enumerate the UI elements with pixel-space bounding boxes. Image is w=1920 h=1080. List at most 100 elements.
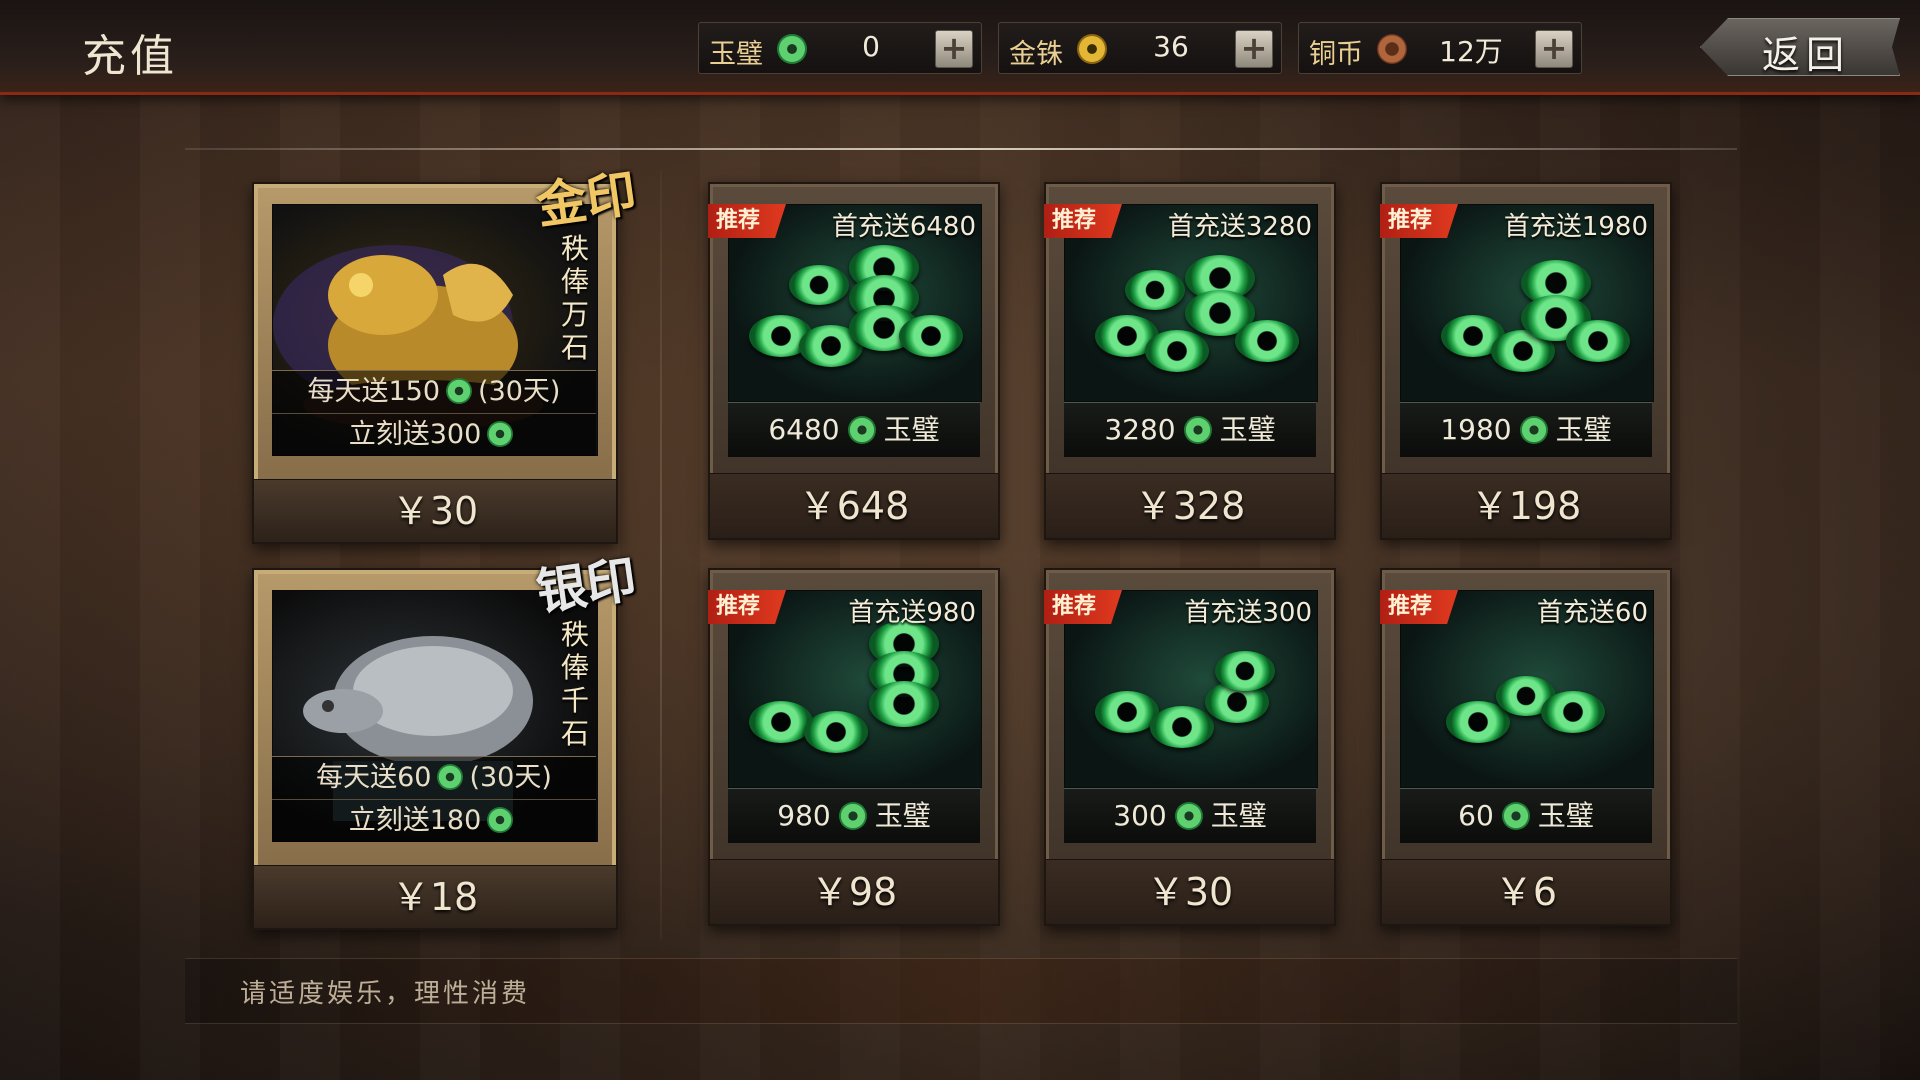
jade-ring-icon bbox=[749, 701, 813, 743]
jade-pack-card[interactable]: 推荐 首充送1980 1980 玉璧 ￥198 bbox=[1380, 182, 1672, 540]
jade-ring-icon bbox=[1145, 330, 1209, 372]
jade-ring-icon bbox=[1125, 270, 1185, 310]
jade-ring-icon bbox=[869, 681, 939, 727]
pack-amount: 300 玉璧 bbox=[1064, 788, 1316, 843]
price-label: ￥98 bbox=[710, 859, 998, 924]
amount-unit: 玉璧 bbox=[1210, 799, 1267, 832]
currency-label: 玉璧 bbox=[709, 39, 763, 70]
instant-reward: 立刻送180 bbox=[272, 799, 596, 842]
back-button[interactable]: 返回 bbox=[1700, 18, 1900, 77]
add-gold-button[interactable]: + bbox=[1235, 30, 1273, 68]
gold-seal-label: 金印 bbox=[532, 163, 641, 236]
first-bonus-label: 首充送1980 bbox=[1503, 212, 1648, 242]
jade-coin-icon bbox=[777, 34, 807, 64]
price-label: ￥30 bbox=[254, 479, 616, 542]
back-label: 返回 bbox=[1762, 33, 1851, 77]
amount-value: 1980 bbox=[1440, 413, 1512, 446]
currency-jade: 玉璧 0 + bbox=[698, 22, 982, 74]
currency-value: 12万 bbox=[1439, 35, 1503, 68]
add-copper-button[interactable]: + bbox=[1535, 30, 1573, 68]
recommend-tag: 推荐 bbox=[1380, 204, 1458, 238]
recommend-tag: 推荐 bbox=[1044, 590, 1122, 624]
amount-value: 300 bbox=[1113, 799, 1167, 832]
amount-unit: 玉璧 bbox=[1555, 413, 1612, 446]
daily-reward: 每天送60 (30天) bbox=[272, 756, 596, 799]
first-bonus-label: 首充送980 bbox=[848, 598, 976, 628]
subscription-card-silver[interactable]: 每天送60 (30天) 立刻送180 银印 秩俸千石 ￥18 bbox=[252, 549, 640, 930]
daily-reward-text: 每天送60 bbox=[316, 762, 432, 793]
daily-duration: (30天) bbox=[469, 762, 552, 793]
currency-value: 36 bbox=[1153, 30, 1189, 63]
footer-bar: 请适度娱乐，理性消费 bbox=[185, 958, 1737, 1024]
divider-top bbox=[185, 148, 1737, 150]
jade-coin-icon bbox=[487, 807, 514, 833]
pack-amount: 60 玉璧 bbox=[1400, 788, 1652, 843]
jade-coin-icon bbox=[437, 764, 464, 790]
jade-ring-icon bbox=[1541, 691, 1605, 733]
amount-value: 60 bbox=[1458, 799, 1494, 832]
jade-ring-icon bbox=[789, 265, 849, 305]
jade-coin-icon bbox=[1174, 802, 1203, 830]
price-label: ￥6 bbox=[1382, 859, 1670, 924]
recommend-tag: 推荐 bbox=[708, 590, 786, 624]
jade-ring-icon bbox=[804, 711, 868, 753]
jade-coin-icon bbox=[1519, 416, 1548, 444]
daily-duration: (30天) bbox=[478, 376, 561, 407]
amount-value: 6480 bbox=[768, 413, 840, 446]
instant-reward: 立刻送300 bbox=[272, 413, 596, 456]
seal-motto: 秩俸万石 bbox=[560, 232, 589, 364]
jade-ring-icon bbox=[1566, 320, 1630, 362]
gold-coin-icon bbox=[1077, 34, 1107, 64]
jade-pack-card[interactable]: 推荐 首充送6480 6480 玉璧 ￥648 bbox=[708, 182, 1000, 540]
jade-ring-icon bbox=[1235, 320, 1299, 362]
amount-unit: 玉璧 bbox=[874, 799, 931, 832]
jade-coin-icon bbox=[1501, 802, 1530, 830]
pack-amount: 6480 玉璧 bbox=[728, 402, 980, 457]
currency-value: 0 bbox=[862, 30, 880, 63]
jade-coin-icon bbox=[1183, 416, 1212, 444]
first-bonus-label: 首充送300 bbox=[1184, 598, 1312, 628]
instant-reward-text: 立刻送180 bbox=[348, 805, 482, 836]
jade-pack-card[interactable]: 推荐 首充送300 300 玉璧 ￥30 bbox=[1044, 568, 1336, 926]
price-label: ￥198 bbox=[1382, 473, 1670, 538]
recommend-tag: 推荐 bbox=[708, 204, 786, 238]
copper-coin-icon bbox=[1377, 34, 1407, 64]
jade-coin-icon bbox=[446, 378, 473, 404]
first-bonus-label: 首充送3280 bbox=[1167, 212, 1312, 242]
add-jade-button[interactable]: + bbox=[935, 30, 973, 68]
currency-label: 铜币 bbox=[1309, 39, 1363, 70]
subscription-card-gold[interactable]: 每天送150 (30天) 立刻送300 金印 秩俸万石 ￥30 bbox=[252, 163, 640, 544]
seal-motto: 秩俸千石 bbox=[560, 618, 589, 750]
price-label: ￥648 bbox=[710, 473, 998, 538]
pack-amount: 1980 玉璧 bbox=[1400, 402, 1652, 457]
amount-value: 3280 bbox=[1104, 413, 1176, 446]
jade-pack-card[interactable]: 推荐 首充送3280 3280 玉璧 ￥328 bbox=[1044, 182, 1336, 540]
amount-unit: 玉璧 bbox=[1219, 413, 1276, 446]
currency-label: 金铢 bbox=[1009, 39, 1063, 70]
jade-ring-icon bbox=[1150, 706, 1214, 748]
recommend-tag: 推荐 bbox=[1380, 590, 1458, 624]
pack-amount: 980 玉璧 bbox=[728, 788, 980, 843]
daily-reward-text: 每天送150 bbox=[307, 376, 441, 407]
recommend-tag: 推荐 bbox=[1044, 204, 1122, 238]
price-label: ￥30 bbox=[1046, 859, 1334, 924]
jade-coin-icon bbox=[838, 802, 867, 830]
pack-amount: 3280 玉璧 bbox=[1064, 402, 1316, 457]
jade-coin-icon bbox=[847, 416, 876, 444]
price-label: ￥18 bbox=[254, 865, 616, 928]
jade-ring-icon bbox=[899, 315, 963, 357]
currency-copper: 铜币 12万 + bbox=[1298, 22, 1582, 74]
jade-coin-icon bbox=[487, 421, 514, 447]
daily-reward: 每天送150 (30天) bbox=[272, 370, 596, 413]
moderation-notice: 请适度娱乐，理性消费 bbox=[240, 979, 531, 1009]
top-bar: 充值 玉璧 0 + 金铢 36 + 铜币 12万 + 返回 bbox=[0, 0, 1920, 95]
divider-vertical bbox=[660, 170, 662, 940]
amount-unit: 玉璧 bbox=[1537, 799, 1594, 832]
currency-gold: 金铢 36 + bbox=[998, 22, 1282, 74]
price-label: ￥328 bbox=[1046, 473, 1334, 538]
amount-value: 980 bbox=[777, 799, 831, 832]
jade-pack-card[interactable]: 推荐 首充送980 980 玉璧 ￥98 bbox=[708, 568, 1000, 926]
first-bonus-label: 首充送6480 bbox=[831, 212, 976, 242]
jade-pack-card[interactable]: 推荐 首充送60 60 玉璧 ￥6 bbox=[1380, 568, 1672, 926]
silver-seal-label: 银印 bbox=[532, 549, 641, 622]
